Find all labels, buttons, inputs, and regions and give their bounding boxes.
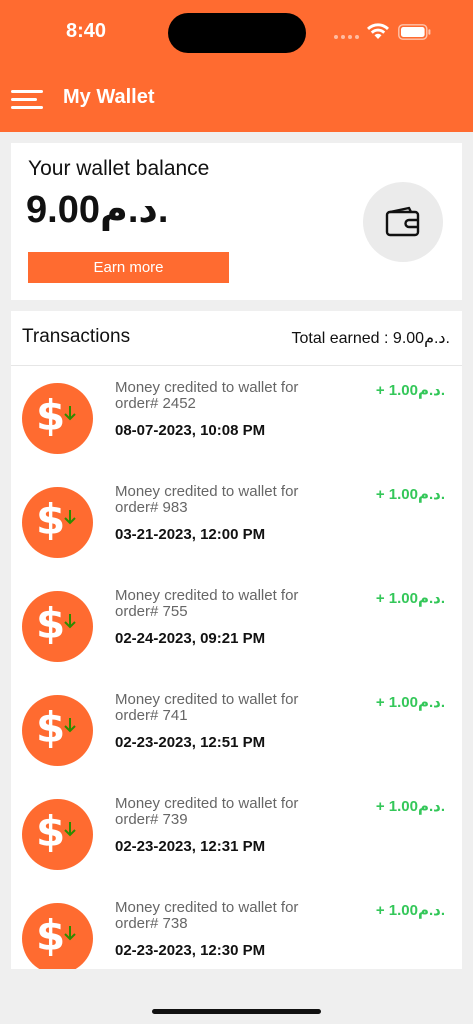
transaction-row[interactable]: $ Money credited to wallet for order# 24… — [11, 366, 462, 470]
dollar-credit-icon: $ — [22, 903, 93, 969]
transaction-amount: + 1.00د.م. — [375, 382, 445, 399]
transaction-description: Money credited to wallet for order# 741 — [115, 691, 299, 724]
hamburger-menu-icon[interactable] — [11, 88, 43, 110]
battery-icon — [398, 24, 431, 40]
transaction-description: Money credited to wallet for order# 983 — [115, 483, 299, 516]
dynamic-island — [168, 13, 306, 53]
wallet-icon — [385, 206, 420, 237]
transaction-date: 02-23-2023, 12:51 PM — [115, 734, 266, 751]
total-earned: Total earned : 9.00د.م. — [291, 330, 450, 347]
transaction-row[interactable]: $ Money credited to wallet for order# 98… — [11, 470, 462, 574]
transaction-row[interactable]: $ Money credited to wallet for order# 74… — [11, 678, 462, 782]
transaction-amount: + 1.00د.م. — [375, 694, 445, 711]
dollar-credit-icon: $ — [22, 383, 93, 454]
dollar-credit-icon: $ — [22, 799, 93, 870]
status-bar: 8:40 — [0, 0, 473, 64]
transaction-description: Money credited to wallet for order# 739 — [115, 795, 299, 828]
transactions-card: Transactions Total earned : 9.00د.م. $ M… — [11, 311, 462, 969]
signal-icon — [334, 35, 360, 39]
dollar-credit-icon: $ — [22, 695, 93, 766]
balance-label: Your wallet balance — [28, 157, 210, 180]
status-time: 8:40 — [66, 20, 107, 42]
balance-card: Your wallet balance 9.00د.م. Earn more — [11, 143, 462, 300]
earn-more-button[interactable]: Earn more — [28, 252, 229, 283]
transactions-title: Transactions — [22, 326, 131, 347]
transaction-amount: + 1.00د.م. — [375, 590, 445, 607]
page-title: My Wallet — [63, 86, 155, 108]
home-indicator[interactable] — [152, 1009, 321, 1014]
transaction-date: 02-23-2023, 12:30 PM — [115, 942, 266, 959]
transaction-date: 02-24-2023, 09:21 PM — [115, 630, 266, 647]
transaction-amount: + 1.00د.م. — [375, 486, 445, 503]
balance-amount: 9.00د.م. — [26, 189, 169, 231]
transaction-description: Money credited to wallet for order# 755 — [115, 587, 299, 620]
transaction-amount: + 1.00د.م. — [375, 902, 445, 919]
wifi-icon — [367, 23, 389, 39]
transaction-amount: + 1.00د.م. — [375, 798, 445, 815]
wallet-icon-circle — [363, 182, 443, 262]
transaction-row[interactable]: $ Money credited to wallet for order# 73… — [11, 782, 462, 886]
transactions-header: Transactions Total earned : 9.00د.م. — [11, 311, 462, 366]
transaction-date: 03-21-2023, 12:00 PM — [115, 526, 266, 543]
transaction-date: 08-07-2023, 10:08 PM — [115, 422, 266, 439]
dollar-credit-icon: $ — [22, 591, 93, 662]
transaction-row[interactable]: $ Money credited to wallet for order# 73… — [11, 886, 462, 969]
dollar-credit-icon: $ — [22, 487, 93, 558]
transaction-description: Money credited to wallet for order# 738 — [115, 899, 299, 932]
transaction-row[interactable]: $ Money credited to wallet for order# 75… — [11, 574, 462, 678]
header: 8:40 My Wallet — [0, 0, 473, 132]
transaction-description: Money credited to wallet for order# 2452 — [115, 379, 299, 412]
app-bar: My Wallet — [0, 74, 473, 122]
transaction-date: 02-23-2023, 12:31 PM — [115, 838, 266, 855]
